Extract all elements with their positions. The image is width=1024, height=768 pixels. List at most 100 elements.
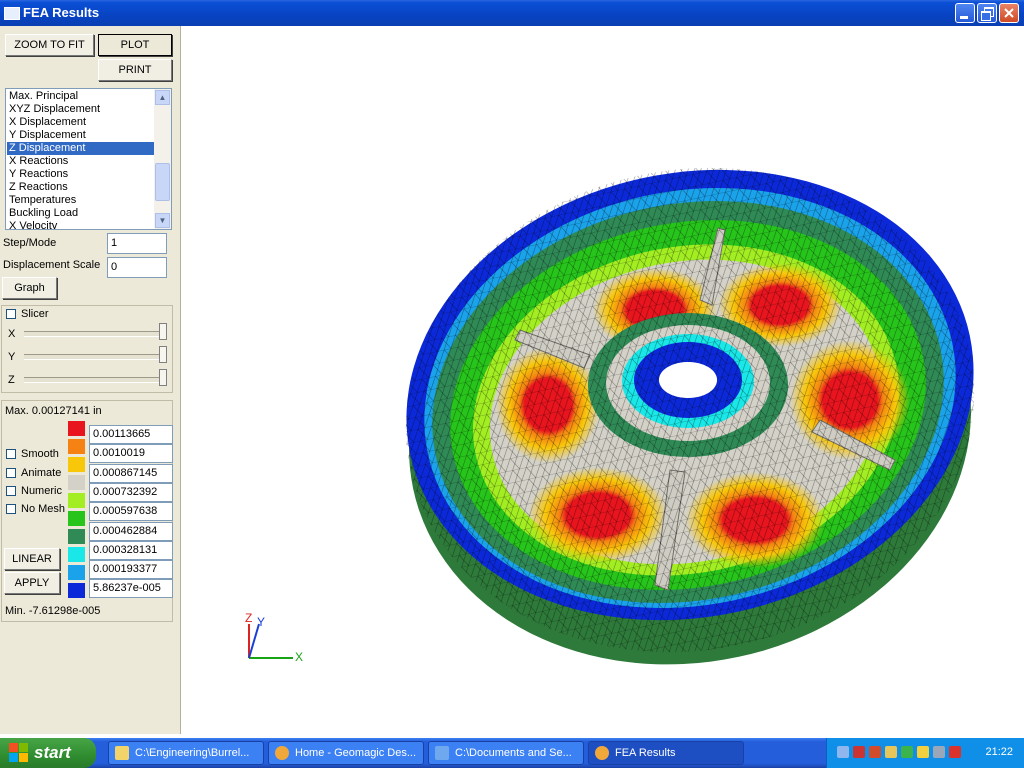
- color-swatch: [68, 439, 85, 454]
- color-swatch: [68, 547, 85, 562]
- scroll-up-arrow-icon[interactable]: ▲: [155, 90, 170, 105]
- task-fea-results[interactable]: FEA Results: [588, 741, 744, 765]
- slicer-x-handle[interactable]: [159, 323, 167, 340]
- list-item-selected[interactable]: Z Displacement: [7, 142, 154, 155]
- start-button[interactable]: start: [0, 738, 96, 768]
- close-button[interactable]: [999, 3, 1019, 23]
- step-mode-input[interactable]: 1: [107, 233, 167, 254]
- task-label: C:\Documents and Se...: [455, 747, 572, 759]
- slicer-y-label: Y: [8, 351, 16, 363]
- minimize-icon: [960, 16, 968, 19]
- list-item[interactable]: Y Displacement: [7, 129, 154, 142]
- slicer-group: Slicer X Y Z: [1, 305, 173, 393]
- axis-triad: X Z Y: [245, 611, 303, 664]
- monitor-icon[interactable]: [885, 746, 897, 758]
- taskbar: start C:\Engineering\Burrel... Home - Ge…: [0, 738, 1024, 768]
- legend-value-field[interactable]: 0.000867145: [89, 463, 173, 483]
- scroll-thumb[interactable]: [155, 163, 170, 201]
- displacement-scale-label: Displacement Scale: [3, 259, 101, 271]
- list-scrollbar[interactable]: ▲ ▼: [154, 89, 171, 229]
- slicer-y-track[interactable]: [24, 354, 164, 360]
- legend-value-field[interactable]: 0.00113665: [89, 425, 173, 444]
- clock: 21:22: [985, 746, 1013, 758]
- result-type-list[interactable]: Max. Principal XYZ Displacement X Displa…: [5, 88, 172, 230]
- restore-icon-back: [981, 11, 991, 21]
- legend-max-label: Max. 0.00127141 in: [5, 405, 102, 417]
- slicer-z-track[interactable]: [24, 377, 164, 383]
- axis-y-label: Y: [257, 615, 265, 629]
- list-item[interactable]: Buckling Load: [7, 207, 154, 220]
- linear-button[interactable]: LINEAR: [4, 548, 60, 570]
- slicer-label: Slicer: [21, 308, 49, 320]
- legend-value-field[interactable]: 5.86237e-005: [89, 579, 173, 599]
- apply-button[interactable]: APPLY: [4, 572, 60, 594]
- list-item[interactable]: X Displacement: [7, 116, 154, 129]
- task-documents[interactable]: C:\Documents and Se...: [428, 741, 584, 765]
- slicer-z-label: Z: [8, 374, 15, 386]
- minimize-button[interactable]: [955, 3, 975, 23]
- list-item[interactable]: Y Reactions: [7, 168, 154, 181]
- antivirus-icon[interactable]: [869, 746, 881, 758]
- print-button[interactable]: PRINT: [98, 59, 172, 81]
- numeric-checkbox[interactable]: [6, 486, 16, 496]
- list-item[interactable]: X Velocity: [7, 220, 154, 229]
- app-window-icon: [4, 7, 20, 20]
- graph-button[interactable]: Graph: [2, 277, 57, 299]
- restore-button[interactable]: [977, 3, 997, 23]
- slicer-y-handle[interactable]: [159, 346, 167, 363]
- displacement-scale-input[interactable]: 0: [107, 257, 167, 278]
- axis-x-label: X: [295, 650, 303, 664]
- legend-value-field[interactable]: 0.000732392: [89, 482, 173, 502]
- security-icon[interactable]: [853, 746, 865, 758]
- smooth-checkbox[interactable]: [6, 449, 16, 459]
- task-label: Home - Geomagic Des...: [295, 747, 417, 759]
- title-bar[interactable]: FEA Results: [0, 0, 1024, 26]
- animate-checkbox[interactable]: [6, 468, 16, 478]
- volume-icon[interactable]: [933, 746, 945, 758]
- task-geomagic[interactable]: Home - Geomagic Des...: [268, 741, 424, 765]
- no-mesh-checkbox[interactable]: [6, 504, 16, 514]
- slicer-checkbox[interactable]: [6, 309, 16, 319]
- zoom-to-fit-button[interactable]: ZOOM TO FIT: [5, 34, 94, 56]
- slicer-x-label: X: [8, 328, 16, 340]
- list-item[interactable]: Temperatures: [7, 194, 154, 207]
- list-item[interactable]: Z Reactions: [7, 181, 154, 194]
- system-tray: 21:22: [826, 738, 1024, 768]
- close-icon: [1004, 8, 1014, 18]
- animate-label: Animate: [21, 467, 62, 479]
- shield-icon[interactable]: [901, 746, 913, 758]
- list-item[interactable]: Max. Principal: [7, 90, 154, 103]
- scroll-down-arrow-icon[interactable]: ▼: [155, 213, 170, 228]
- update-icon[interactable]: [949, 746, 961, 758]
- task-engineering[interactable]: C:\Engineering\Burrel...: [108, 741, 264, 765]
- fea-viewport[interactable]: X Z Y: [181, 26, 1024, 734]
- list-item[interactable]: X Reactions: [7, 155, 154, 168]
- no-mesh-label: No Mesh: [21, 503, 66, 515]
- plot-button[interactable]: PLOT: [98, 34, 172, 56]
- folder-icon: [115, 746, 129, 760]
- slicer-z-handle[interactable]: [159, 369, 167, 386]
- color-swatch: [68, 493, 85, 508]
- task-label: C:\Engineering\Burrel...: [135, 747, 250, 759]
- ie-page-icon: [435, 746, 449, 760]
- window-title: FEA Results: [23, 5, 100, 20]
- legend-value-field[interactable]: 0.0010019: [89, 444, 173, 464]
- axis-z-label: Z: [245, 611, 252, 625]
- windows-logo-icon: [9, 743, 28, 762]
- legend-value-field[interactable]: 0.000597638: [89, 502, 173, 522]
- legend-value-field[interactable]: 0.000328131: [89, 540, 173, 560]
- network-icon[interactable]: [837, 746, 849, 758]
- control-panel: ZOOM TO FIT PLOT PRINT Max. Principal XY…: [0, 26, 180, 734]
- numeric-label: Numeric: [21, 485, 62, 497]
- list-item[interactable]: XYZ Displacement: [7, 103, 154, 116]
- color-swatch: [68, 529, 85, 544]
- notification-icon[interactable]: [917, 746, 929, 758]
- legend-value-field[interactable]: 0.000462884: [89, 521, 173, 541]
- slicer-x-track[interactable]: [24, 331, 164, 337]
- legend-min-label: Min. -7.61298e-005: [5, 605, 101, 617]
- color-swatch: [68, 421, 85, 436]
- legend-group: Max. 0.00127141 in 0.00113665 0.0010019 0.…: [1, 400, 173, 622]
- geomagic-icon: [275, 746, 289, 760]
- legend-value-field[interactable]: 0.000193377: [89, 560, 173, 580]
- start-label: start: [34, 743, 71, 762]
